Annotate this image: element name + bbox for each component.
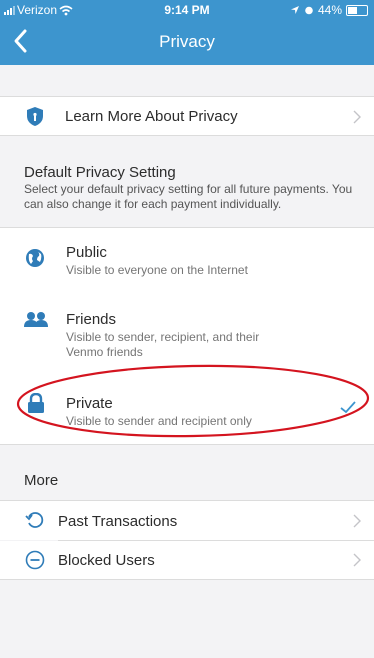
- blocked-icon: [25, 550, 45, 570]
- shield-icon: [27, 107, 43, 126]
- friends-icon: [24, 312, 48, 327]
- page-title: Privacy: [159, 32, 215, 51]
- chevron-right-icon: [353, 110, 361, 124]
- chevron-right-icon: [353, 553, 361, 567]
- history-icon: [25, 512, 44, 528]
- nav-bar: Privacy: [0, 20, 374, 65]
- option-title: Public: [66, 244, 107, 261]
- more-heading: More: [24, 472, 59, 489]
- battery-icon: [346, 4, 368, 16]
- past-transactions-label: Past Transactions: [58, 513, 178, 530]
- option-title: Friends: [66, 311, 117, 328]
- battery-percent: 44%: [317, 3, 342, 17]
- globe-icon: [26, 249, 44, 267]
- location-icon: [290, 6, 299, 14]
- learn-more-label: Learn More About Privacy: [65, 108, 238, 125]
- option-subtitle: Visible to sender, recipient, and their …: [66, 330, 260, 359]
- chevron-right-icon: [353, 514, 361, 528]
- learn-more-row[interactable]: Learn More About Privacy: [0, 97, 374, 135]
- option-friends[interactable]: Friends Visible to sender, recipient, an…: [0, 294, 374, 370]
- option-public[interactable]: Public Visible to everyone on the Intern…: [0, 228, 374, 294]
- status-bar: Verizon 9:14 PM 44%: [0, 0, 374, 20]
- blocked-users-row[interactable]: Blocked Users: [0, 541, 374, 579]
- default-setting-description: Select your default privacy setting for …: [24, 182, 353, 211]
- default-setting-heading: Default Privacy Setting: [24, 164, 176, 181]
- past-transactions-row[interactable]: Past Transactions: [0, 501, 374, 540]
- divider: [0, 444, 374, 445]
- option-subtitle: Visible to everyone on the Internet: [66, 263, 248, 277]
- annotation-ellipse: [16, 364, 370, 438]
- alarm-icon: [305, 6, 313, 15]
- status-right: 44%: [290, 3, 368, 17]
- divider: [0, 135, 374, 136]
- blocked-users-label: Blocked Users: [58, 552, 155, 569]
- divider: [0, 579, 374, 580]
